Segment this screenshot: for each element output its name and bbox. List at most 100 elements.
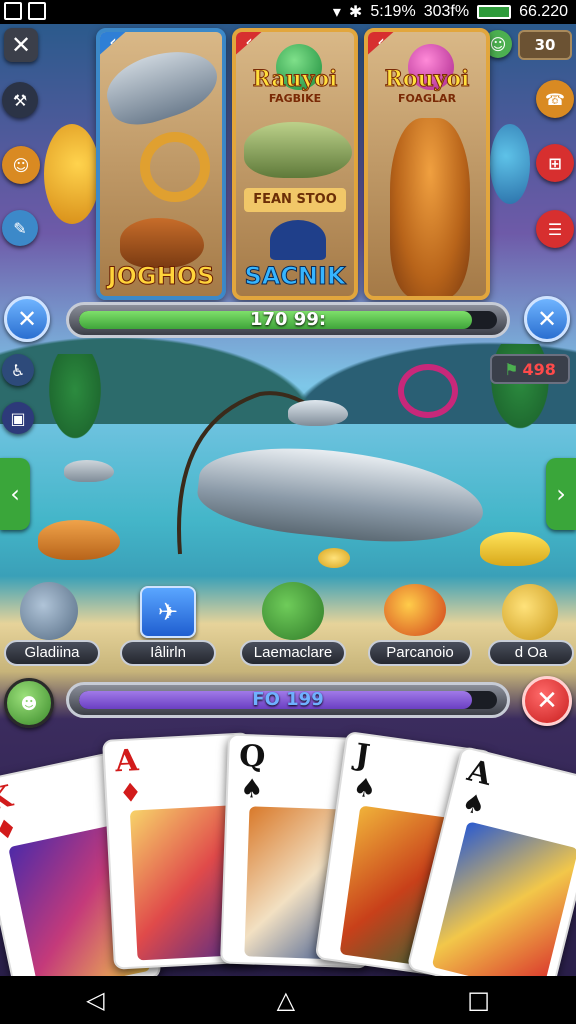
scroll-button[interactable]: ✎ <box>2 210 38 246</box>
shop-icon: ⊞ <box>548 153 562 173</box>
carrier-text: 303f% <box>423 3 470 20</box>
fishing-hook-icon <box>140 132 210 202</box>
close-red-button[interactable]: ✕ <box>522 676 572 726</box>
close-icon: ✕ <box>536 305 558 333</box>
card-suit: ♦ <box>0 813 21 848</box>
phone-icon: ☎ <box>545 89 565 109</box>
coin-counter: 30 <box>518 30 572 60</box>
wifi-icon: ▾ <box>332 4 341 21</box>
reward-card[interactable]: ‹ JOGHOS <box>96 28 226 300</box>
card-subtitle: FAGBIKE <box>268 92 322 105</box>
bass-fish <box>244 122 352 178</box>
card-label: SACNIK <box>244 262 346 291</box>
small-fish <box>288 400 348 426</box>
card-artwork <box>431 821 576 976</box>
back-arrow-icon: ‹ <box>368 32 398 58</box>
status-bar: ▾ ✱ 5:19% 303f% 66.220 <box>0 0 576 24</box>
back-arrow-icon: ‹ <box>100 32 130 58</box>
fisherman-hat <box>270 220 326 260</box>
card-rank: A <box>114 743 140 780</box>
tools-icon: ⚒ <box>12 90 28 110</box>
battery-text: 66.220 <box>519 3 568 20</box>
card-suit: ♦ <box>118 778 144 810</box>
character-icon: ☺ <box>12 155 30 175</box>
gold-coin-icon <box>502 584 558 640</box>
navigation-bar: ◁ △ □ <box>0 976 576 1024</box>
fish-item-icon <box>20 582 78 640</box>
bluetooth-icon: ✱ <box>348 4 363 21</box>
tools-button[interactable]: ⚒ <box>2 82 38 118</box>
chevron-right-icon: › <box>556 480 566 508</box>
card-subtitle: FOAGLAR <box>397 92 457 105</box>
score-badge: ⚑ 498 <box>490 354 570 384</box>
notification-icon <box>28 2 46 20</box>
character-sprite <box>490 124 530 204</box>
chevron-left-icon: ‹ <box>10 480 20 508</box>
item-label[interactable]: Laemaclare <box>240 640 346 666</box>
avatar-icon: ☻ <box>20 693 38 713</box>
catfish <box>120 218 204 268</box>
otter-character <box>390 118 470 296</box>
item-label[interactable]: d Oa <box>488 640 574 666</box>
scroll-icon: ✎ <box>13 218 27 238</box>
card-suit: ♠ <box>458 787 489 823</box>
card-suit: ♠ <box>239 773 264 805</box>
card-subtitle: FEAN STOO <box>244 188 346 212</box>
orange-fish <box>38 520 120 560</box>
close-left-button[interactable]: ✕ <box>4 296 50 342</box>
close-icon: ✕ <box>10 31 32 59</box>
notification-icon <box>4 2 22 20</box>
card-title: Rauyoi <box>252 66 338 93</box>
status-time: 5:19% <box>370 3 416 20</box>
back-arrow-icon: ‹ <box>236 32 266 58</box>
previous-arrow-button[interactable]: ‹ <box>0 458 30 530</box>
shop-button[interactable]: ⊞ <box>536 144 574 182</box>
recents-button[interactable]: □ <box>467 986 490 1014</box>
paper-plane-item[interactable]: ✈ <box>140 586 196 638</box>
reward-card[interactable]: ‹ Rouyoi FOAGLAR <box>364 28 490 300</box>
item-label[interactable]: Parcanoio <box>368 640 472 666</box>
close-icon: ✕ <box>16 305 38 333</box>
card-rank: Q <box>238 738 267 775</box>
fishing-line-coil <box>398 364 458 418</box>
top-progress-label: 170 99: <box>249 309 327 330</box>
character-button[interactable]: ☺ <box>2 146 40 184</box>
profile-button[interactable]: ♿ <box>2 354 34 386</box>
close-right-button[interactable]: ✕ <box>524 296 570 342</box>
home-button[interactable]: △ <box>277 986 295 1014</box>
reward-card[interactable]: ‹ Rauyoi FAGBIKE FEAN STOO SACNIK <box>232 28 358 300</box>
frog-item-icon <box>262 582 324 640</box>
character-sprite <box>44 124 100 224</box>
menu-button[interactable]: ☰ <box>536 210 574 248</box>
game-board[interactable]: ✕ ⚒ ☺ ✎ ♿ ▣ ☺ 30 ☎ ⊞ ☰ ‹ JOGHOS ‹ Rauyoi… <box>0 24 576 976</box>
bag-button[interactable]: ▣ <box>2 402 34 434</box>
top-progress-bar: 170 99: <box>66 302 510 338</box>
close-icon: ✕ <box>536 686 558 716</box>
card-label: JOGHOS <box>107 262 215 291</box>
next-arrow-button[interactable]: › <box>546 458 576 530</box>
tuna-fish <box>100 38 222 134</box>
phone-button[interactable]: ☎ <box>536 80 574 118</box>
palm-tree <box>30 354 120 474</box>
small-fish <box>64 460 114 482</box>
item-label[interactable]: Iâlirln <box>120 640 216 666</box>
card-rank: J <box>353 737 372 775</box>
gold-coin <box>318 548 350 568</box>
card-rank: K <box>0 778 16 819</box>
flag-icon: ⚑ <box>504 359 519 379</box>
bottom-progress-bar: FO 199 <box>66 682 510 718</box>
coin-stack-icon <box>384 584 446 636</box>
bottom-progress-label: FO 199 <box>252 689 324 710</box>
card-suit: ♠ <box>350 772 379 806</box>
battery-icon <box>477 5 512 19</box>
person-icon: ♿ <box>10 360 26 380</box>
item-label[interactable]: Gladiina <box>4 640 100 666</box>
close-button[interactable]: ✕ <box>4 28 38 62</box>
back-button[interactable]: ◁ <box>86 986 104 1014</box>
player-avatar[interactable]: ☻ <box>4 678 54 728</box>
yellow-fish <box>480 532 550 566</box>
card-title: Rouyoi <box>384 66 470 93</box>
menu-icon: ☰ <box>547 219 563 239</box>
bag-icon: ▣ <box>10 408 26 428</box>
card-rank: A <box>463 753 496 793</box>
